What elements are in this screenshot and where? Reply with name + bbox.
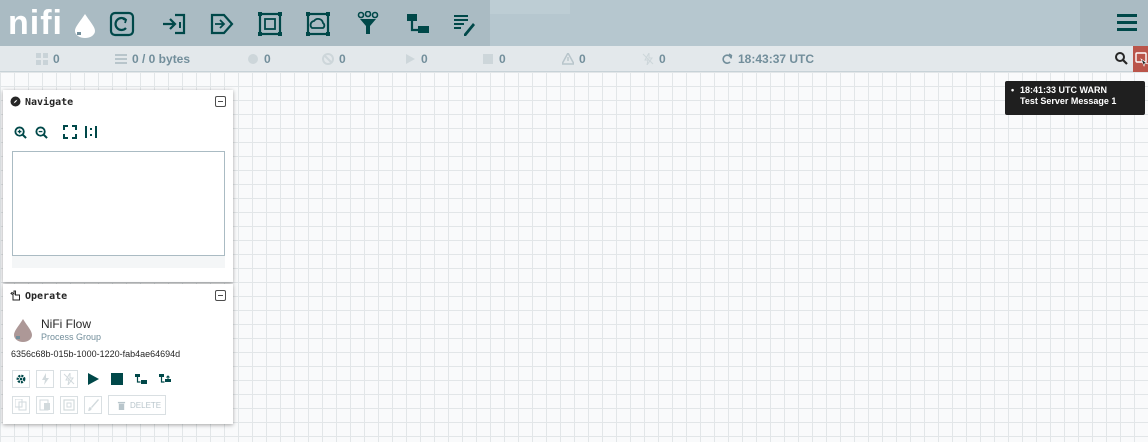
disable-button[interactable] <box>60 370 78 388</box>
not-transmitting-icon <box>322 53 334 65</box>
label-icon[interactable] <box>448 8 480 40</box>
collapse-icon[interactable] <box>215 96 226 107</box>
navigate-header[interactable]: Navigate <box>3 90 233 114</box>
stop-button[interactable] <box>108 370 126 388</box>
operate-title: Operate <box>25 291 68 302</box>
bulletin-header: 18:41:33 UTC WARN <box>1020 85 1108 95</box>
header-toolbar: nifi <box>0 0 1148 46</box>
birdseye-footer <box>12 256 225 268</box>
status-running: 0 <box>404 52 428 66</box>
cluster-icon <box>36 53 48 65</box>
bulletin-tooltip: • 18:41:33 UTC WARN Test Server Message 1 <box>1005 81 1145 115</box>
transmitting-icon <box>248 54 258 64</box>
drop-icon <box>75 14 95 38</box>
stop-icon <box>111 373 123 385</box>
delete-button[interactable]: DELETE <box>108 395 166 415</box>
status-queued: 0 / 0 bytes <box>115 52 190 66</box>
copy-button[interactable] <box>12 396 30 414</box>
paste-icon <box>39 399 50 411</box>
toolbar-spacer <box>490 0 1080 46</box>
status-stopped: 0 <box>482 52 506 66</box>
start-button[interactable] <box>84 370 102 388</box>
output-port-icon[interactable] <box>206 8 238 40</box>
trash-icon <box>117 401 126 410</box>
zoom-out-icon[interactable] <box>33 124 49 140</box>
copy-icon <box>15 399 27 411</box>
birdseye-view[interactable] <box>12 151 225 256</box>
component-id: 6356c68b-015b-1000-1220-fab4ae64694d <box>11 349 181 359</box>
status-in-sync: 0 <box>247 52 271 66</box>
stop-icon <box>483 54 493 64</box>
enable-button[interactable] <box>36 370 54 388</box>
paste-button[interactable] <box>36 396 54 414</box>
status-transmitting: 0 <box>36 52 60 66</box>
fit-icon[interactable] <box>62 124 78 140</box>
menu-icon[interactable] <box>1116 11 1138 33</box>
zoom-in-icon[interactable] <box>12 124 28 140</box>
funnel-icon[interactable] <box>352 8 384 40</box>
lightning-icon <box>42 373 49 385</box>
operate-header[interactable]: Operate <box>3 284 233 308</box>
processor-icon[interactable] <box>106 8 138 40</box>
gear-icon <box>16 374 26 384</box>
bulletin-alert-button[interactable] <box>1133 46 1148 72</box>
bulletin-icon[interactable] <box>1133 46 1148 72</box>
status-disabled: 0 <box>642 52 666 66</box>
component-name: NiFi Flow <box>41 317 91 331</box>
remote-process-group-icon[interactable] <box>302 8 334 40</box>
upload-template-button[interactable] <box>156 370 174 388</box>
process-group-drop-icon <box>14 319 32 342</box>
color-button[interactable] <box>84 396 102 414</box>
hand-pointer-icon <box>10 290 20 301</box>
flow-status-bar: 0 0 / 0 bytes 0 0 0 0 0 0 18:43:37 UTC <box>0 46 1148 72</box>
upload-template-icon <box>159 374 171 383</box>
navigate-palette: Navigate <box>3 90 233 282</box>
input-port-icon[interactable] <box>158 8 190 40</box>
process-group-icon[interactable] <box>254 8 286 40</box>
operate-actions-secondary: DELETE <box>12 395 166 415</box>
disabled-icon <box>642 53 654 65</box>
create-template-button[interactable] <box>132 370 150 388</box>
warning-icon <box>562 53 574 65</box>
refresh-icon[interactable] <box>721 53 733 65</box>
group-button[interactable] <box>60 396 78 414</box>
status-invalid: 0 <box>562 52 586 66</box>
nifi-logo: nifi <box>8 6 100 40</box>
group-icon <box>63 399 75 411</box>
queue-icon <box>115 54 127 64</box>
status-last-refreshed[interactable]: 18:43:37 UTC <box>721 52 814 66</box>
operate-palette: Operate NiFi Flow Process Group 6356c68b… <box>3 284 233 424</box>
actual-size-icon[interactable] <box>83 124 99 140</box>
search-icon[interactable] <box>1114 51 1128 65</box>
brush-icon <box>88 399 99 411</box>
bulletin-message: Test Server Message 1 <box>1020 96 1117 106</box>
play-icon <box>88 373 99 385</box>
navigate-tools <box>12 124 99 142</box>
compass-icon <box>10 96 21 107</box>
component-type: Process Group <box>41 332 102 342</box>
status-not-transmitting: 0 <box>322 52 346 66</box>
configure-button[interactable] <box>12 370 30 388</box>
template-icon <box>135 374 147 384</box>
play-icon <box>406 54 415 64</box>
disable-icon <box>63 373 75 385</box>
navigate-title: Navigate <box>25 97 74 108</box>
collapse-icon[interactable] <box>215 290 226 301</box>
delete-label: DELETE <box>130 400 162 410</box>
template-icon[interactable] <box>402 8 434 40</box>
operate-actions-primary <box>12 370 174 388</box>
